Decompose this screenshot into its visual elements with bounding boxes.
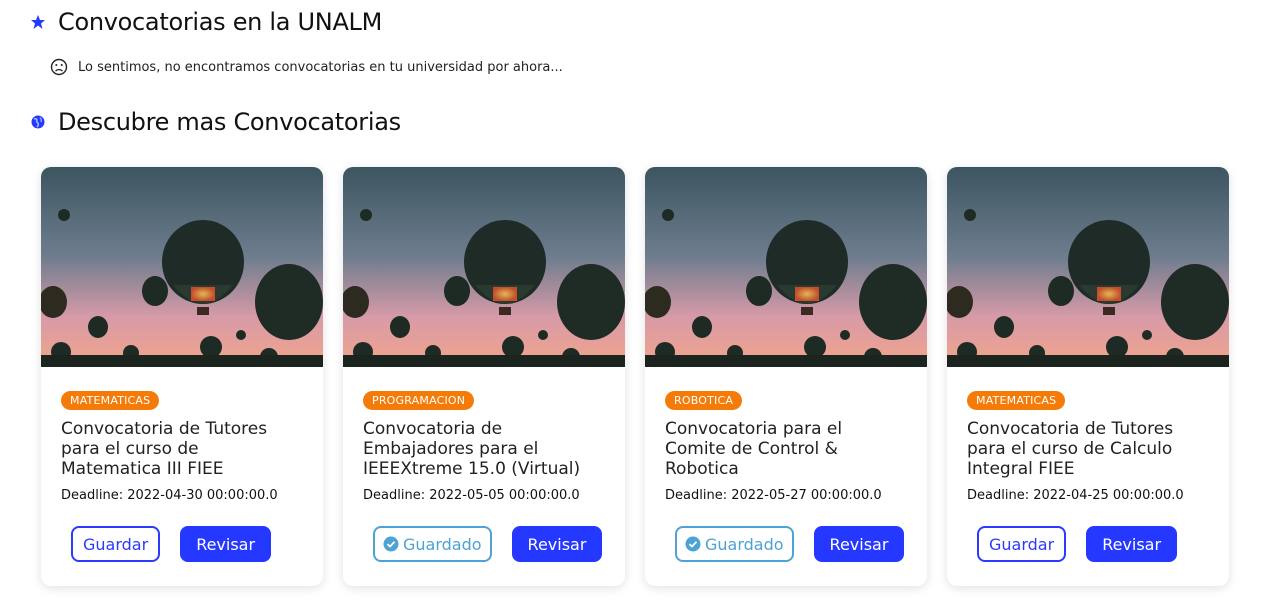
section-title-discover: Descubre mas Convocatorias [58, 108, 401, 136]
section-title-university: Convocatorias en la UNALM [58, 8, 383, 36]
review-button-label: Revisar [1102, 534, 1162, 554]
review-button[interactable]: Revisar [813, 526, 905, 562]
convocatoria-card: MATEMATICAS Convocatoria de Tutores para… [41, 167, 323, 586]
deadline-text: Deadline: 2022-04-25 00:00:00.0 [967, 488, 1184, 503]
card-title: Convocatoria de Embajadores para el IEEE… [363, 419, 581, 479]
star-icon [31, 15, 45, 29]
convocatoria-card: MATEMATICAS Convocatoria de Tutores para… [947, 167, 1229, 586]
saved-button[interactable]: Guardado [373, 526, 492, 562]
review-button[interactable]: Revisar [511, 526, 603, 562]
deadline-text: Deadline: 2022-04-30 00:00:00.0 [61, 488, 278, 503]
balloons-image [645, 167, 927, 367]
balloons-image [343, 167, 625, 367]
category-badge: MATEMATICAS [967, 391, 1066, 410]
review-button[interactable]: Revisar [1086, 526, 1178, 562]
balloons-image [41, 167, 323, 367]
save-button-label: Guardado [705, 534, 784, 554]
balloons-image [947, 167, 1229, 367]
category-badge: MATEMATICAS [61, 391, 160, 410]
deadline-text: Deadline: 2022-05-05 00:00:00.0 [363, 488, 580, 503]
card-title: Convocatoria de Tutores para el curso de… [61, 419, 268, 479]
save-button-label: Guardar [83, 534, 149, 554]
card-title: Convocatoria para el Comite de Control &… [665, 419, 843, 479]
globe-icon [31, 115, 45, 129]
review-button[interactable]: Revisar [180, 526, 272, 562]
section-header-discover: Descubre mas Convocatorias [30, 108, 401, 136]
card-title: Convocatoria de Tutores para el curso de… [967, 419, 1174, 479]
empty-state-text: Lo sentimos, no encontramos convocatoria… [78, 59, 563, 75]
category-badge: ROBOTICA [665, 391, 743, 410]
convocatoria-card: ROBOTICA Convocatoria para el Comite de … [645, 167, 927, 586]
empty-state-message: Lo sentimos, no encontramos convocatoria… [50, 58, 563, 76]
save-button[interactable]: Guardar [71, 526, 161, 562]
review-button-label: Revisar [196, 534, 256, 554]
sad-face-icon [50, 58, 68, 76]
check-circle-icon [685, 536, 701, 552]
save-button-label: Guardar [989, 534, 1055, 554]
cards-grid: MATEMATICAS Convocatoria de Tutores para… [41, 167, 1229, 586]
section-header-university: Convocatorias en la UNALM [30, 8, 382, 36]
save-button-label: Guardado [403, 534, 482, 554]
review-button-label: Revisar [829, 534, 889, 554]
saved-button[interactable]: Guardado [675, 526, 794, 562]
save-button[interactable]: Guardar [977, 526, 1067, 562]
convocatoria-card: PROGRAMACION Convocatoria de Embajadores… [343, 167, 625, 586]
deadline-text: Deadline: 2022-05-27 00:00:00.0 [665, 488, 882, 503]
check-circle-icon [383, 536, 399, 552]
review-button-label: Revisar [527, 534, 587, 554]
category-badge: PROGRAMACION [363, 391, 475, 410]
